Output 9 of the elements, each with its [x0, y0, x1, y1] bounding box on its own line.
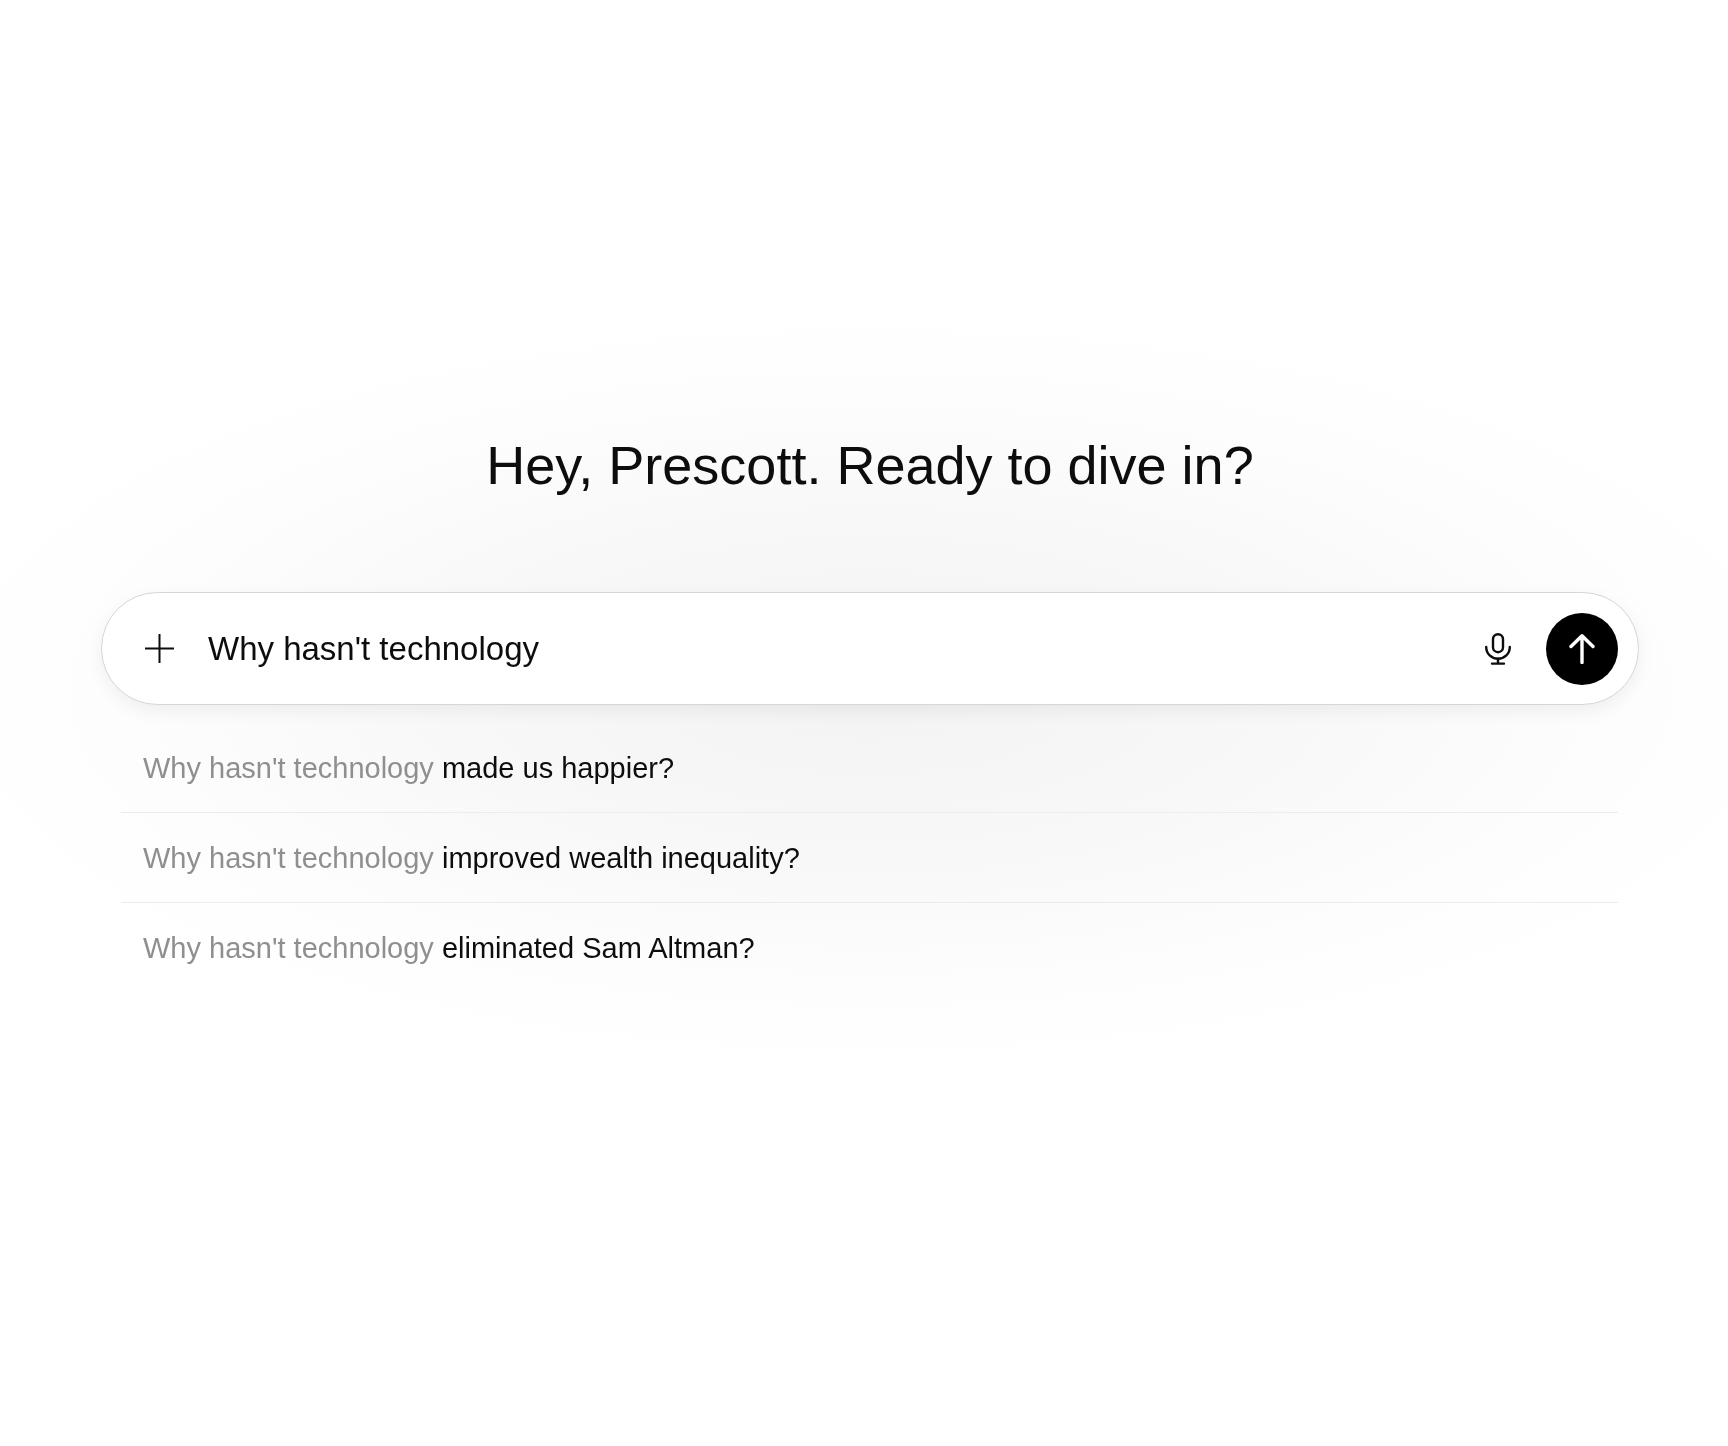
plus-icon: [144, 634, 174, 663]
microphone-icon: [1485, 632, 1511, 665]
greeting-heading: Hey, Prescott. Ready to dive in?: [486, 434, 1254, 496]
message-input[interactable]: Why hasn't technology: [208, 624, 1462, 673]
message-composer[interactable]: Why hasn't technology: [101, 592, 1639, 705]
arrow-up-icon: [1569, 633, 1595, 664]
suggestion-item[interactable]: Why hasn't technology improved wealth inequality?: [121, 813, 1618, 903]
suggestion-item[interactable]: Why hasn't technology made us happier?: [121, 723, 1618, 813]
suggestion-item[interactable]: Why hasn't technology eliminated Sam Altman?: [121, 903, 1618, 993]
